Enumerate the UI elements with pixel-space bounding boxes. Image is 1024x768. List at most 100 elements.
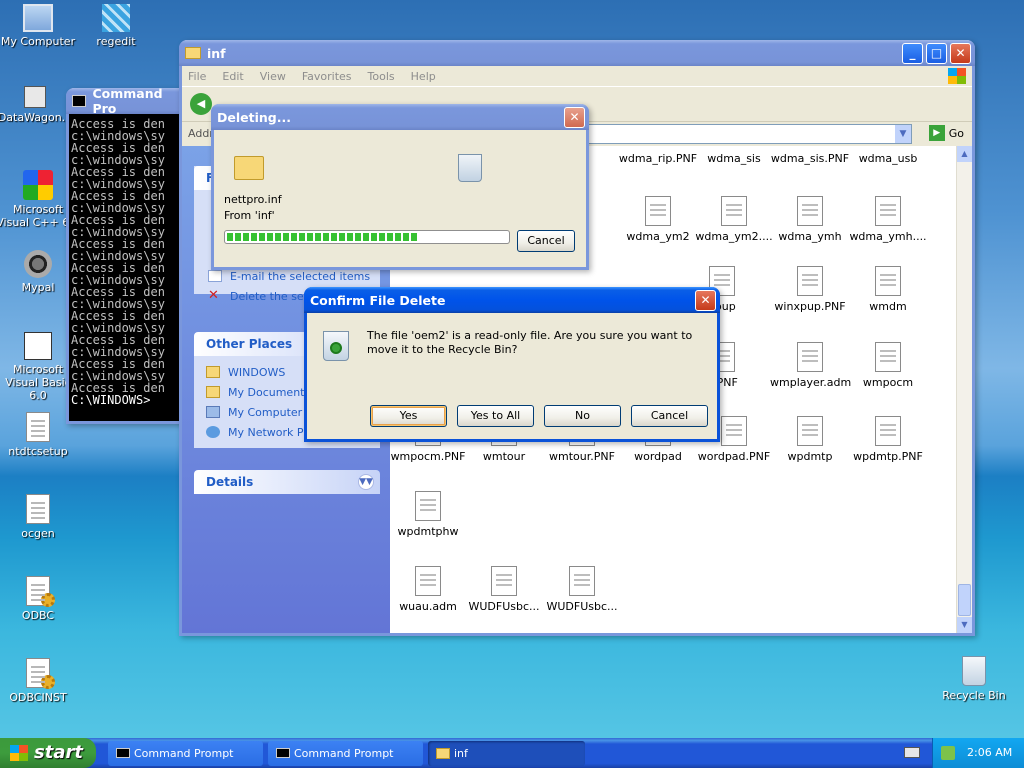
setup-file-icon — [645, 196, 671, 226]
vertical-scrollbar[interactable]: ▲ ▼ — [956, 146, 972, 633]
console-area[interactable]: Access is den c:\windows\sy Access is den c… — [69, 114, 183, 421]
computer-icon — [23, 4, 53, 32]
cancel-button[interactable]: Cancel — [631, 405, 708, 427]
text-file-icon — [26, 412, 50, 442]
file-item[interactable]: wmdm — [848, 266, 928, 313]
file-item[interactable]: wdma_usb — [848, 152, 928, 165]
file-name: wmpocm.PNF — [390, 450, 466, 463]
go-button[interactable]: ▶ Go — [928, 125, 964, 141]
file-item[interactable]: wpdmtp.PNF — [848, 416, 928, 463]
file-item[interactable]: winxpup.PNF — [770, 266, 850, 313]
file-item[interactable]: WUDFUsbc... — [542, 566, 622, 613]
details-header[interactable]: Details ▼▼ — [194, 470, 380, 494]
folder-icon — [206, 366, 220, 378]
desktop-icon-label: ntdtcsetup — [8, 445, 68, 458]
network-tray-icon[interactable] — [941, 746, 955, 760]
file-name: wdma_usb — [858, 152, 918, 165]
menu-edit[interactable]: Edit — [222, 70, 243, 83]
file-item[interactable]: wdma_ym2 — [618, 196, 698, 243]
chevron-down-icon[interactable]: ▼ — [895, 125, 911, 143]
title-bar[interactable]: inf _ □ ✕ — [179, 40, 975, 66]
scroll-up-arrow[interactable]: ▲ — [957, 146, 972, 162]
setup-file-icon — [875, 196, 901, 226]
title-bar[interactable]: Deleting... ✕ — [211, 104, 589, 130]
title-bar[interactable]: Command Pro — [66, 86, 186, 116]
file-name: WUDFUsbc... — [546, 600, 618, 613]
desktop-icon-ocgen[interactable]: ocgen — [0, 494, 80, 540]
taskbar-button-cmd-1[interactable]: Command Prompt — [108, 741, 263, 766]
file-name: wmtour — [482, 450, 526, 463]
minimize-button[interactable]: _ — [902, 43, 923, 64]
desktop-icon-label: My Computer — [0, 35, 76, 48]
file-item[interactable]: wdma_sis — [694, 152, 774, 165]
cancel-button[interactable]: Cancel — [517, 230, 575, 252]
command-prompt-window[interactable]: Command Pro Access is den c:\windows\sy Ac… — [66, 86, 186, 424]
details-panel: Details ▼▼ — [194, 470, 380, 494]
chevron-down-icon[interactable]: ▼▼ — [358, 474, 374, 490]
file-name: wdma_ym2 — [626, 230, 690, 243]
system-tray: 2:06 AM — [932, 738, 1024, 768]
setup-file-icon — [415, 491, 441, 521]
clock[interactable]: 2:06 AM — [967, 738, 1012, 768]
setup-file-icon — [797, 196, 823, 226]
deleting-dialog[interactable]: Deleting... ✕ nettpro.inf From 'inf' Can… — [211, 104, 589, 270]
windows-flag-icon — [10, 745, 28, 761]
go-arrow-icon: ▶ — [928, 125, 945, 141]
file-name: wpdmtp.PNF — [853, 450, 923, 463]
scroll-thumb[interactable] — [958, 584, 971, 616]
taskbar-button-cmd-2[interactable]: Command Prompt — [268, 741, 423, 766]
desktop-icon-label: Microsoft Visual Basic 6.0 — [5, 363, 71, 402]
file-item[interactable]: wuau.adm — [388, 566, 468, 613]
confirm-delete-dialog[interactable]: Confirm File Delete ✕ The file 'oem2' is… — [304, 287, 720, 442]
scroll-down-arrow[interactable]: ▼ — [957, 617, 972, 633]
file-item[interactable]: wdma_ymh.... — [848, 196, 928, 243]
file-item[interactable]: wpdmtphw — [388, 491, 468, 538]
back-arrow-icon[interactable]: ◀ — [190, 93, 212, 115]
file-name: wdma_rip.PNF — [618, 152, 698, 165]
documents-folder-icon — [206, 386, 220, 398]
menu-tools[interactable]: Tools — [368, 70, 395, 83]
file-item[interactable]: wmpocm — [848, 342, 928, 389]
setup-file-icon — [797, 416, 823, 446]
file-name: wordpad — [634, 450, 682, 463]
desktop-icon-recycle-bin[interactable]: Recycle Bin — [932, 656, 1016, 702]
yes-button[interactable]: Yes — [370, 405, 447, 427]
close-button[interactable]: ✕ — [564, 107, 585, 128]
maximize-button[interactable]: □ — [926, 43, 947, 64]
file-name: wdma_ym2.... — [695, 230, 773, 243]
setup-file-icon — [875, 342, 901, 372]
keyboard-icon[interactable] — [904, 747, 920, 758]
file-item[interactable]: wdma_ym2.... — [694, 196, 774, 243]
taskbar-button-inf[interactable]: inf — [428, 741, 585, 766]
close-button[interactable]: ✕ — [695, 290, 716, 311]
title-bar[interactable]: Confirm File Delete ✕ — [304, 287, 720, 313]
raccoon-icon — [24, 250, 52, 278]
close-button[interactable]: ✕ — [950, 43, 971, 64]
delete-selected-link[interactable]: ✕ Delete the sele — [208, 286, 314, 306]
desktop-icon-odbcinst[interactable]: ODBCINST — [0, 658, 80, 704]
deleting-source: From 'inf' — [224, 209, 275, 222]
desktop-icon-regedit[interactable]: regedit — [74, 4, 158, 48]
yes-to-all-button[interactable]: Yes to All — [457, 405, 534, 427]
menu-favorites[interactable]: Favorites — [302, 70, 352, 83]
file-item[interactable]: wdma_ymh — [770, 196, 850, 243]
no-button[interactable]: No — [544, 405, 621, 427]
menu-help[interactable]: Help — [411, 70, 436, 83]
folder-icon — [436, 748, 450, 759]
start-button[interactable]: start — [0, 738, 96, 768]
file-item[interactable]: wdma_rip.PNF — [618, 152, 698, 165]
setup-file-icon — [491, 566, 517, 596]
desktop-icon-my-computer[interactable]: My Computer — [0, 4, 80, 48]
file-name: wdma_ymh — [778, 230, 842, 243]
desktop-icon-odbc[interactable]: ODBC — [0, 576, 80, 622]
file-item[interactable]: wdma_sis.PNF — [770, 152, 850, 165]
window-title: Command Pro — [92, 86, 163, 116]
file-name: wpdmtphw — [397, 525, 459, 538]
menu-file[interactable]: File — [188, 70, 206, 83]
desktop-icon-label: Recycle Bin — [942, 689, 1006, 702]
file-item[interactable]: WUDFUsbc... — [464, 566, 544, 613]
file-item[interactable]: wpdmtp — [770, 416, 850, 463]
file-item[interactable]: wmplayer.adm — [770, 342, 851, 389]
setup-file-icon — [26, 658, 55, 689]
menu-view[interactable]: View — [260, 70, 286, 83]
